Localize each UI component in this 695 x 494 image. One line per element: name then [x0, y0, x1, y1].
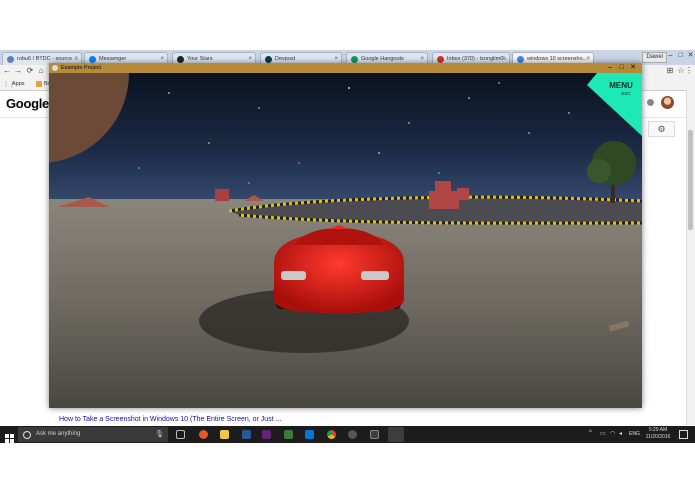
- game-close-icon[interactable]: ✕: [630, 63, 636, 73]
- unity-icon[interactable]: [370, 430, 379, 439]
- bookmark-apps[interactable]: Apps: [12, 81, 25, 87]
- car-taillight-right: [361, 271, 389, 280]
- tab-label: Inbox (370) - tzonglim0...: [447, 56, 508, 62]
- tab-favicon-icon: [517, 56, 524, 63]
- network-icon[interactable]: ▭: [600, 430, 606, 437]
- word-icon[interactable]: [242, 430, 251, 439]
- action-center-icon[interactable]: [679, 430, 688, 439]
- unity-game-taskbar-active[interactable]: [388, 427, 404, 442]
- car-taillight-left: [281, 271, 306, 280]
- window-user-badge[interactable]: Dawei: [642, 52, 667, 63]
- tab-label: Google Hangouts: [361, 56, 404, 62]
- tray-chevron-icon[interactable]: ^: [589, 430, 592, 436]
- google-logo-text: Google: [6, 96, 49, 111]
- ubuntu-icon[interactable]: [199, 430, 208, 439]
- search-result-link[interactable]: How to Take a Screenshot in Windows 10 (…: [59, 416, 281, 423]
- tab-label: Messenger: [99, 56, 127, 62]
- menu-label: MENU: [609, 81, 633, 90]
- forward-icon[interactable]: →: [13, 66, 23, 75]
- back-icon[interactable]: ←: [2, 66, 12, 75]
- cortana-icon: [23, 431, 31, 439]
- github-desktop-icon[interactable]: [348, 430, 357, 439]
- menu-shortcut: ESC: [621, 91, 631, 96]
- tab-favicon-icon: [437, 56, 444, 63]
- windows-start-icon[interactable]: [5, 430, 14, 443]
- game-window[interactable]: Example Project – □ ✕ MENU ESC: [49, 63, 642, 408]
- tab-favicon-icon: [351, 56, 358, 63]
- gear-icon[interactable]: ⚙: [648, 121, 675, 137]
- block-prop: [435, 181, 451, 193]
- game-window-title: Example Project: [61, 65, 102, 71]
- block-prop: [215, 189, 229, 201]
- reload-icon[interactable]: ⟳: [25, 66, 35, 75]
- chrome-menu-icon[interactable]: ⋮: [684, 66, 694, 75]
- tab-favicon-icon: [265, 56, 272, 63]
- night-sky: [49, 73, 642, 199]
- notepad-plus-icon[interactable]: [284, 430, 293, 439]
- cortana-search-input[interactable]: Ask me anything 🎙: [18, 427, 168, 442]
- tab-label: Your Stars: [187, 56, 213, 62]
- game-scene[interactable]: MENU ESC: [49, 73, 642, 408]
- scrollbar-thumb[interactable]: [688, 130, 693, 230]
- block-prop: [457, 188, 469, 200]
- volume-icon[interactable]: ◂: [619, 430, 622, 437]
- bookmark-folder-icon: [36, 81, 42, 87]
- maximize-icon[interactable]: □: [676, 51, 685, 61]
- wifi-icon[interactable]: ◠: [610, 430, 615, 437]
- clock-date: 11/20/2016: [645, 433, 671, 440]
- game-maximize-icon[interactable]: □: [620, 63, 624, 73]
- avatar[interactable]: [661, 96, 674, 109]
- google-apps-icon[interactable]: [647, 99, 654, 106]
- tab-favicon-icon: [89, 56, 96, 63]
- block-prop: [429, 191, 459, 209]
- game-title-bar[interactable]: Example Project – □ ✕: [49, 63, 642, 73]
- vscode-icon[interactable]: [305, 430, 314, 439]
- microphone-icon[interactable]: 🎙: [155, 427, 164, 442]
- tab-favicon-icon: [7, 56, 14, 63]
- extension-icon[interactable]: ⊞: [665, 66, 675, 75]
- minimize-icon[interactable]: –: [666, 51, 675, 61]
- chrome-icon[interactable]: [327, 430, 336, 439]
- tree-canopy: [587, 159, 611, 183]
- cortana-search-placeholder: Ask me anything: [36, 431, 81, 437]
- close-icon[interactable]: ✕: [686, 51, 695, 61]
- google-logo[interactable]: Google: [6, 96, 49, 111]
- tab-label: windows 10 screensho...: [527, 56, 588, 62]
- task-view-icon[interactable]: [176, 430, 185, 439]
- tab-favicon-icon: [177, 56, 184, 63]
- file-explorer-icon[interactable]: [220, 430, 229, 439]
- visual-studio-icon[interactable]: [262, 430, 271, 439]
- game-app-icon: [52, 65, 58, 71]
- game-minimize-icon[interactable]: –: [608, 63, 612, 73]
- home-icon[interactable]: ⌂: [36, 66, 46, 75]
- tab-label: robu6 / BTDC - source ...: [17, 56, 79, 62]
- tab-label: Devpost: [275, 56, 296, 62]
- taskbar-clock[interactable]: 5:29 AM 11/20/2016: [638, 427, 678, 440]
